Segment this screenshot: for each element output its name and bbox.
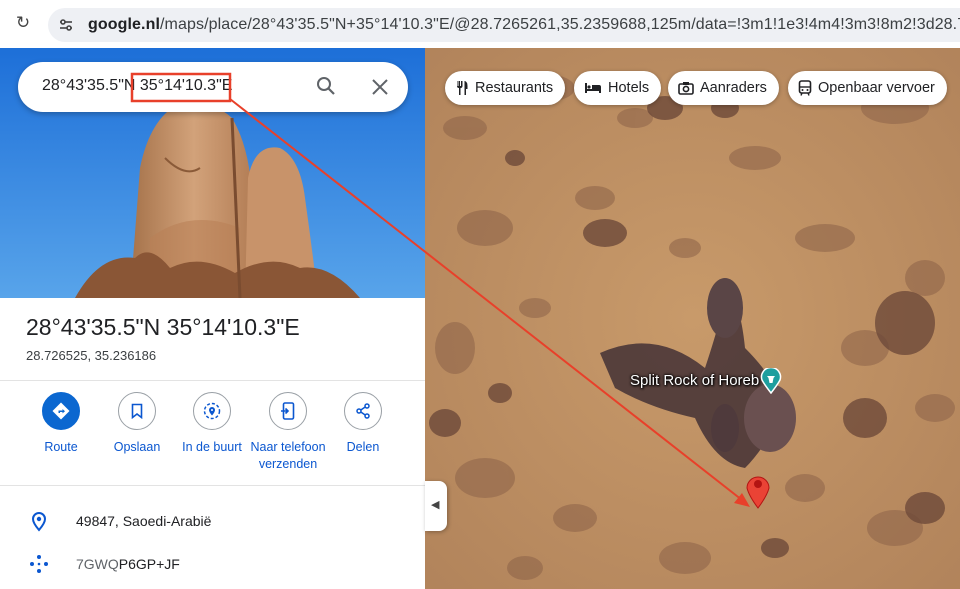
satellite-map[interactable] [425, 48, 960, 589]
location-marker-icon [31, 512, 47, 532]
nearby-icon [203, 402, 221, 420]
chip-restaurants[interactable]: Restaurants [445, 71, 566, 105]
chevron-left-icon: ◀ [431, 499, 440, 511]
divider [0, 380, 425, 381]
search-icon[interactable] [314, 74, 338, 98]
address-text: 49847, Saoedi-Arabië [76, 513, 212, 529]
camera-icon [678, 82, 694, 95]
site-settings-icon[interactable] [58, 17, 74, 33]
share-icon [356, 403, 370, 419]
reload-icon[interactable]: ↻ [12, 12, 34, 34]
url-text[interactable]: google.nl/maps/place/28°43'35.5"N+35°14'… [88, 16, 960, 34]
browser-toolbar: ↻ google.nl/maps/place/28°43'35.5"N+35°1… [0, 0, 960, 48]
send-to-phone-icon [281, 402, 295, 420]
divider [0, 485, 425, 486]
location-pin-icon[interactable] [744, 471, 772, 509]
directions-icon [52, 402, 70, 420]
decimal-coordinates: 28.726525, 35.236186 [26, 348, 157, 363]
poi-label[interactable]: Split Rock of Horeb [630, 372, 759, 389]
action-bar: Route Opslaan In de buurt Naar telefoon … [0, 392, 425, 482]
chip-openbaar-vervoer[interactable]: Openbaar vervoer [788, 71, 947, 105]
pluscode-text: 7GWQP6GP+JF [76, 556, 180, 572]
plus-code-icon [30, 555, 48, 573]
share-button[interactable]: Delen [323, 392, 403, 456]
route-button[interactable]: Route [21, 392, 101, 456]
address-row[interactable]: 49847, Saoedi-Arabië [0, 502, 425, 542]
fork-knife-icon [457, 81, 468, 95]
bookmark-icon [131, 403, 143, 419]
search-box[interactable]: 28°43'35.5"N 35°14'10.3"E [18, 62, 408, 112]
place-panel: 28°43'35.5"N 35°14'10.3"E 28°43'35.5"N 3… [0, 48, 425, 589]
poi-pin-icon[interactable] [759, 368, 783, 394]
chip-aanraders[interactable]: Aanraders [668, 71, 779, 105]
address-bar[interactable]: google.nl/maps/place/28°43'35.5"N+35°14'… [48, 8, 960, 42]
place-title: 28°43'35.5"N 35°14'10.3"E [26, 314, 300, 340]
bed-icon [585, 83, 601, 93]
search-input[interactable]: 28°43'35.5"N 35°14'10.3"E [42, 77, 232, 95]
send-to-phone-button[interactable]: Naar telefoon verzenden [248, 392, 328, 473]
collapse-panel-button[interactable]: ◀ [425, 481, 447, 531]
pluscode-row[interactable]: 7GWQP6GP+JF [0, 545, 425, 585]
save-button[interactable]: Opslaan [97, 392, 177, 456]
chip-hotels[interactable]: Hotels [574, 71, 662, 105]
nearby-button[interactable]: In de buurt [172, 392, 252, 456]
transit-icon [798, 80, 812, 96]
close-icon[interactable] [368, 75, 392, 99]
